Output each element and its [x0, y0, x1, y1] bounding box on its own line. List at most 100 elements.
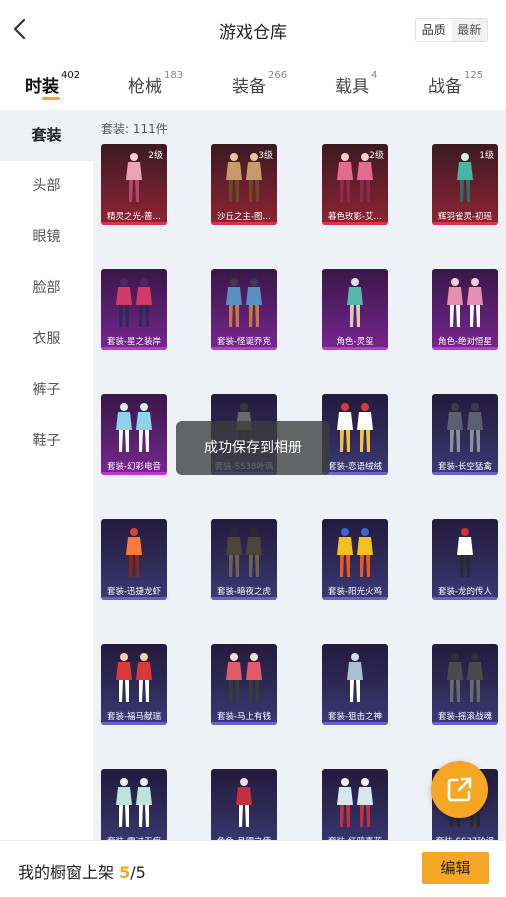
rarity-stripe [432, 597, 498, 600]
rarity-stripe [211, 347, 277, 350]
outfit-card[interactable]: 2级暮色玫影-艾… [322, 144, 388, 225]
rarity-stripe [101, 347, 167, 350]
sidebar-item-outfit[interactable]: 套装 [0, 110, 93, 161]
outfit-card[interactable]: 套装-幻彩电音 [101, 394, 167, 475]
tab-count: 125 [464, 70, 484, 81]
outfit-card[interactable]: 套装-马上有钱 [211, 644, 277, 725]
card-name: 套装-摇滚战魂 [437, 712, 493, 722]
card-name: 精灵之光-蔷… [106, 212, 162, 222]
tab-vehicles[interactable]: 载具4 [335, 70, 377, 97]
share-button[interactable] [431, 761, 488, 818]
card-name: 角色-绝对恒星 [437, 337, 493, 347]
tab-fashion[interactable]: 时装402 [25, 70, 81, 97]
tab-count: 266 [268, 70, 288, 81]
outfit-figure-image [226, 278, 262, 327]
tab-supplies[interactable]: 战备125 [428, 70, 484, 97]
rarity-stripe [211, 722, 277, 725]
card-name: 套装-马上有钱 [216, 712, 272, 722]
category-tabs: 时装402 枪械183 装备266 载具4 战备125 [0, 60, 506, 110]
sidebar-item-clothes[interactable]: 衣服 [0, 314, 93, 365]
showcase-current: 5 [119, 863, 131, 882]
card-name: 套装-狙击之神 [327, 712, 383, 722]
tab-label: 装备 [232, 77, 266, 97]
sidebar-item-head[interactable]: 头部 [0, 161, 93, 212]
card-name: 辉羽雀灵-初瑶 [437, 212, 493, 222]
outfit-figure-image [116, 653, 152, 702]
tab-equipment[interactable]: 装备266 [232, 70, 288, 97]
outfit-card[interactable]: 角色-月曜之使 [211, 769, 277, 840]
bottom-bar: 我的橱窗上架 5/5 编辑 [0, 840, 506, 897]
outfit-card[interactable]: 套装-狙击之神 [322, 644, 388, 725]
card-name: 套装-幻彩电音 [106, 462, 162, 472]
outfit-card[interactable]: 套装-暗夜之虎 [211, 519, 277, 600]
card-name: 套装-暗夜之虎 [216, 587, 272, 597]
sidebar-item-shoes[interactable]: 鞋子 [0, 416, 93, 467]
outfit-figure-image [116, 403, 152, 452]
rarity-stripe [322, 472, 388, 475]
outfit-card[interactable]: 套装-福马献瑞 [101, 644, 167, 725]
sidebar-item-glasses[interactable]: 眼镜 [0, 212, 93, 263]
card-name: 套装-迅捷龙虾 [106, 587, 162, 597]
outfit-figure-image [226, 653, 262, 702]
outfit-card[interactable]: 套装-怪诞乔克 [211, 269, 277, 350]
rarity-stripe [322, 347, 388, 350]
active-tab-indicator [42, 97, 60, 100]
outfit-card[interactable]: 套装-恋语绒绒 [322, 394, 388, 475]
tab-count: 183 [164, 70, 184, 81]
tab-label: 战备 [428, 77, 462, 97]
outfit-figure-image [447, 278, 483, 327]
card-level-badge: 2级 [148, 151, 163, 161]
sort-option-quality[interactable]: 品质 [416, 19, 452, 41]
outfit-figure-image [126, 528, 142, 577]
outfit-card[interactable]: 角色-灵玺 [322, 269, 388, 350]
outfit-card[interactable]: 套装-迅捷龙虾 [101, 519, 167, 600]
rarity-stripe [322, 722, 388, 725]
card-name: 套装-星之装岸 [106, 337, 162, 347]
outfit-card[interactable]: 套装-阳光火鸡 [322, 519, 388, 600]
rarity-stripe [432, 472, 498, 475]
outfit-figure-image [337, 528, 373, 577]
item-count: 套装: 111件 [101, 122, 168, 136]
card-name: 沙丘之主-图… [216, 212, 272, 222]
outfit-figure-image [337, 778, 373, 827]
card-name: 套装-阳光火鸡 [327, 587, 383, 597]
rarity-stripe [432, 347, 498, 350]
rarity-stripe [101, 472, 167, 475]
card-level-badge: 2级 [369, 151, 384, 161]
outfit-card[interactable]: 套装-长空猛禽 [432, 394, 498, 475]
rarity-stripe [322, 597, 388, 600]
toast-message: 成功保存到相册 [176, 421, 330, 475]
outfit-card[interactable]: 套装-龙的传人 [432, 519, 498, 600]
rarity-stripe [211, 597, 277, 600]
outfit-figure-image [347, 278, 363, 327]
tab-weapons[interactable]: 枪械183 [128, 70, 184, 97]
card-level-badge: 3级 [258, 151, 273, 161]
sort-toggle: 品质 最新 [415, 18, 488, 42]
edit-button[interactable]: 编辑 [422, 852, 489, 884]
sidebar-item-pants[interactable]: 裤子 [0, 365, 93, 416]
tab-label: 枪械 [128, 77, 162, 97]
sidebar: 套装 头部 眼镜 脸部 衣服 裤子 鞋子 [0, 110, 93, 840]
top-bar: 游戏仓库 品质 最新 [0, 0, 506, 60]
share-icon [447, 777, 472, 802]
rarity-stripe [101, 597, 167, 600]
outfit-card[interactable]: 套装-星之装岸 [101, 269, 167, 350]
outfit-figure-image [116, 278, 152, 327]
card-name: 套装-龙的传人 [437, 587, 493, 597]
tab-label: 载具 [335, 77, 369, 97]
outfit-figure-image [347, 653, 363, 702]
tab-count: 402 [61, 70, 81, 81]
outfit-card[interactable]: 套装-摇滚战魂 [432, 644, 498, 725]
card-name: 暮色玫影-艾… [327, 212, 383, 222]
tab-label: 时装 [25, 77, 59, 97]
outfit-card[interactable]: 3级沙丘之主-图… [211, 144, 277, 225]
outfit-card[interactable]: 套装-雪过无痕 [101, 769, 167, 840]
sort-option-latest[interactable]: 最新 [451, 19, 487, 41]
showcase-status: 我的橱窗上架 5/5 [18, 859, 146, 883]
outfit-card[interactable]: 1级 辉羽雀灵-初瑶 [432, 144, 498, 225]
sidebar-item-face[interactable]: 脸部 [0, 263, 93, 314]
rarity-stripe [432, 222, 498, 225]
outfit-card[interactable]: 2级精灵之光-蔷… [101, 144, 167, 225]
outfit-card[interactable]: 角色-绝对恒星 [432, 269, 498, 350]
outfit-card[interactable]: 套装-红鸦喜花 [322, 769, 388, 840]
